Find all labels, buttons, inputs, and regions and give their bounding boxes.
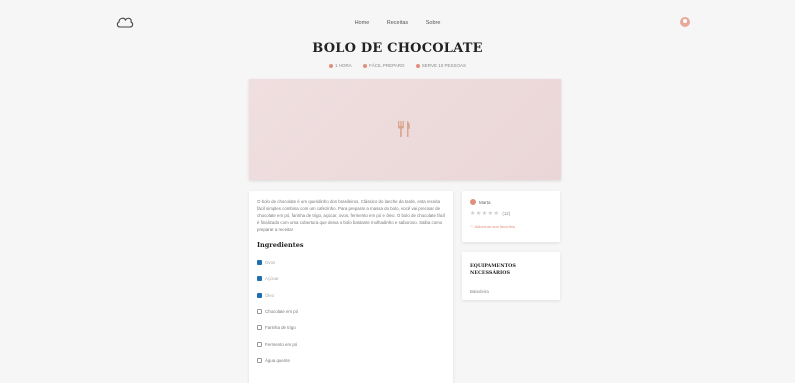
ingredient-label: Farinha de trigo: [265, 325, 296, 331]
ingredient-label: Ovos: [265, 260, 276, 266]
servings-icon: [415, 63, 420, 68]
ingredient-item[interactable]: Óleo: [257, 287, 445, 303]
ingredient-item[interactable]: Ovos: [257, 255, 445, 271]
ingredient-label: Óleo: [265, 292, 275, 298]
recipe-meta: 1 HORA FÁCIL PREPARO SERVE 10 PESSOAS: [0, 63, 795, 68]
meta-servings: SERVE 10 PESSOAS: [415, 63, 466, 68]
author-card: Marta ★★★★★ (12) ♡ Adicionar aos favorito…: [462, 191, 560, 242]
author[interactable]: Marta: [470, 199, 491, 205]
ingredients-heading: Ingredientes: [257, 240, 304, 249]
equipment-item: Batedeira: [470, 289, 489, 294]
equipment-heading-line1: EQUIPAMENTOS: [470, 263, 516, 269]
author-avatar-icon: [470, 199, 476, 205]
recipe-main-card: O bolo de chocolate é um queridinho dos …: [249, 191, 453, 383]
add-favorite-link[interactable]: ♡ Adicionar aos favoritos: [470, 224, 515, 229]
ingredient-checkbox[interactable]: [257, 357, 262, 363]
ingredient-item[interactable]: Açúcar: [257, 271, 445, 287]
user-avatar-icon[interactable]: [680, 17, 690, 27]
meta-servings-label: SERVE 10 PESSOAS: [421, 63, 466, 68]
rating-count: (12): [502, 211, 511, 216]
recipe-description: O bolo de chocolate é um queridinho dos …: [257, 199, 445, 232]
ingredient-checkbox[interactable]: [257, 260, 262, 266]
ingredient-checkbox[interactable]: [257, 309, 262, 315]
ingredient-item[interactable]: Fermento em pó: [257, 336, 445, 352]
ingredient-label: Água quente: [265, 357, 290, 363]
nav-links: Home Receitas Sobre: [0, 20, 795, 26]
top-nav: Home Receitas Sobre: [0, 0, 795, 46]
ingredient-label: Fermento em pó: [265, 341, 298, 347]
meta-difficulty-label: FÁCIL PREPARO: [369, 63, 405, 68]
ingredient-item[interactable]: Água quente: [257, 352, 445, 368]
cutlery-icon: [398, 121, 410, 137]
meta-difficulty: FÁCIL PREPARO: [363, 63, 405, 68]
difficulty-icon: [363, 63, 368, 68]
ingredient-checkbox[interactable]: [257, 292, 262, 298]
equipment-card: EQUIPAMENTOS NECESSÁRIOS Batedeira: [462, 252, 560, 300]
ingredient-item[interactable]: Farinha de trigo: [257, 320, 445, 336]
ingredient-checkbox[interactable]: [257, 341, 262, 347]
meta-time-label: 1 HORA: [334, 63, 352, 68]
ingredient-checkbox[interactable]: [257, 276, 262, 282]
rating-stars[interactable]: ★★★★★ (12): [470, 210, 510, 217]
nav-link-about[interactable]: Sobre: [426, 20, 441, 26]
ingredient-label: Açúcar: [265, 276, 279, 282]
author-name: Marta: [479, 199, 491, 205]
recipe-title: BOLO DE CHOCOLATE: [312, 41, 483, 56]
ingredient-label: Chocolate em pó: [265, 309, 299, 315]
ingredient-item[interactable]: Chocolate em pó: [257, 303, 445, 319]
clock-icon: [328, 63, 333, 68]
equipment-heading: EQUIPAMENTOS NECESSÁRIOS: [470, 263, 516, 277]
nav-link-home[interactable]: Home: [355, 20, 370, 26]
ingredient-checkbox[interactable]: [257, 325, 262, 331]
meta-time: 1 HORA: [328, 63, 352, 68]
stars-icon: ★★★★★: [470, 211, 500, 217]
nav-link-recipes[interactable]: Receitas: [387, 20, 408, 26]
ingredients-list: Ovos Açúcar Óleo Chocolate em pó Farinha de …: [249, 255, 453, 369]
equipment-heading-line2: NECESSÁRIOS: [470, 270, 510, 276]
recipe-image-placeholder: [249, 79, 561, 180]
